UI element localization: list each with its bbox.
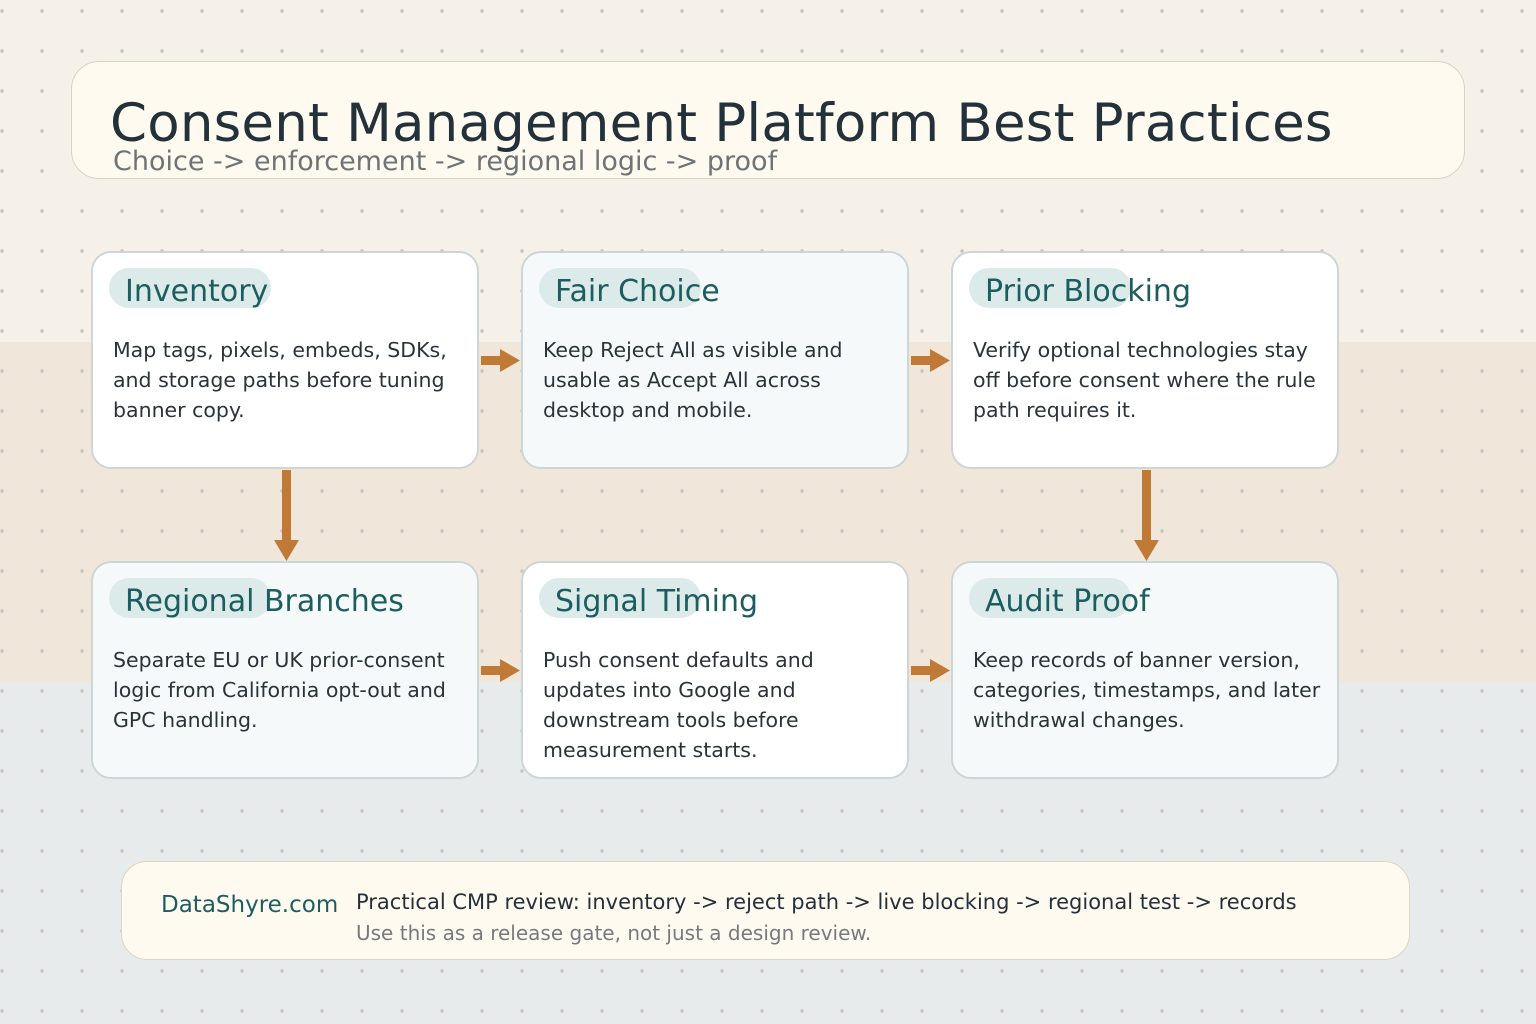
step-card-audit-proof: Audit Proof Keep records of banner versi… — [951, 561, 1339, 779]
step-card-inventory: Inventory Map tags, pixels, embeds, SDKs… — [91, 251, 479, 469]
arrow-fair-choice-to-prior-blocking — [911, 349, 950, 372]
step-description: Push consent defaults and updates into G… — [543, 648, 814, 762]
arrow-regional-branches-to-signal-timing — [481, 659, 520, 682]
brand-name: DataShyre.com — [161, 892, 339, 918]
step-description: Keep Reject All as visible and usable as… — [543, 338, 843, 422]
step-title: Fair Choice — [555, 274, 720, 309]
step-description: Separate EU or UK prior-consent logic fr… — [113, 648, 446, 732]
arrow-signal-timing-to-audit-proof — [911, 659, 950, 682]
footer-note: Use this as a release gate, not just a d… — [356, 921, 872, 945]
step-description: Verify optional technologies stay off be… — [973, 338, 1316, 422]
arrow-inventory-to-regional-branches — [274, 470, 299, 561]
step-title: Signal Timing — [555, 584, 759, 619]
step-card-fair-choice: Fair Choice Keep Reject All as visible a… — [521, 251, 909, 469]
arrow-inventory-to-fair-choice — [481, 349, 520, 372]
step-description: Keep records of banner version, categori… — [973, 648, 1321, 732]
step-card-regional-branches: Regional Branches Separate EU or UK prio… — [91, 561, 479, 779]
footer-panel: DataShyre.com Practical CMP review: inve… — [121, 861, 1410, 960]
step-description: Map tags, pixels, embeds, SDKs, and stor… — [113, 338, 447, 422]
step-title: Inventory — [125, 274, 269, 309]
footer-summary: Practical CMP review: inventory -> rejec… — [356, 890, 1297, 914]
step-title: Regional Branches — [125, 584, 404, 619]
step-title: Prior Blocking — [985, 274, 1191, 309]
step-title: Audit Proof — [985, 584, 1150, 619]
step-card-signal-timing: Signal Timing Push consent defaults and … — [521, 561, 909, 779]
step-card-prior-blocking: Prior Blocking Verify optional technolog… — [951, 251, 1339, 469]
arrow-prior-blocking-to-audit-proof — [1134, 470, 1159, 561]
